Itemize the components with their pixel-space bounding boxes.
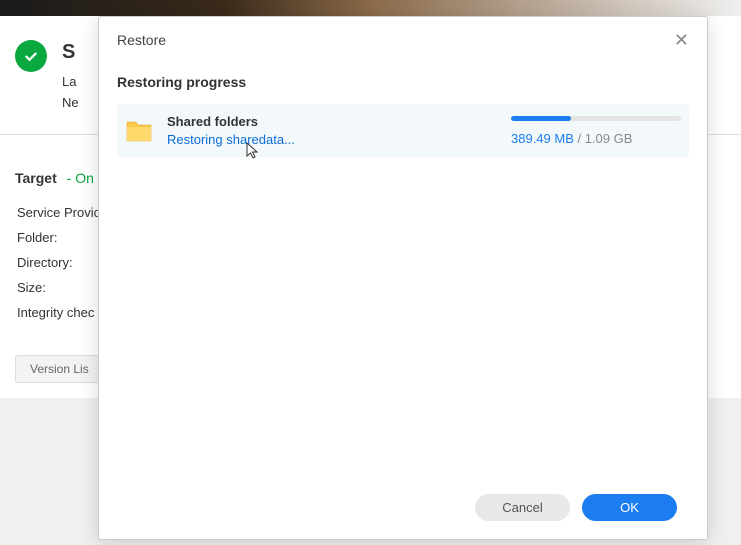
cancel-button[interactable]: Cancel [475,494,570,521]
success-check-icon [15,40,47,72]
version-list-button[interactable]: Version Lis [15,355,104,383]
target-label: Target [15,170,57,186]
next-backup-line: Ne [62,93,79,114]
restore-item-status: Restoring sharedata... [167,132,497,147]
modal-body: Restoring progress Shared folders Restor… [99,64,707,482]
restore-modal: Restore ✕ Restoring progress Shared fold… [98,16,708,540]
folder-icon [125,119,153,143]
status-title: S [62,36,79,68]
close-icon[interactable]: ✕ [674,31,689,49]
modal-title: Restore [117,32,166,48]
ok-button[interactable]: OK [582,494,677,521]
modal-footer: Cancel OK [99,482,707,539]
progress-total-size: 1.09 GB [585,131,633,146]
progress-bar [511,116,681,121]
progress-text: 389.49 MB / 1.09 GB [511,131,681,146]
progress-current-size: 389.49 MB [511,131,574,146]
restore-item-info: Shared folders Restoring sharedata... [167,114,497,147]
restore-item-row: Shared folders Restoring sharedata... 38… [117,104,689,157]
target-online-status: - On [67,170,94,186]
progress-section-title: Restoring progress [117,74,689,90]
status-text-block: S La Ne [62,36,79,114]
progress-bar-fill [511,116,571,121]
progress-separator: / [574,131,585,146]
restore-item-name: Shared folders [167,114,497,129]
restore-item-progress: 389.49 MB / 1.09 GB [511,116,681,146]
modal-header: Restore ✕ [99,17,707,64]
last-backup-line: La [62,72,79,93]
window-top-bar [0,0,741,16]
